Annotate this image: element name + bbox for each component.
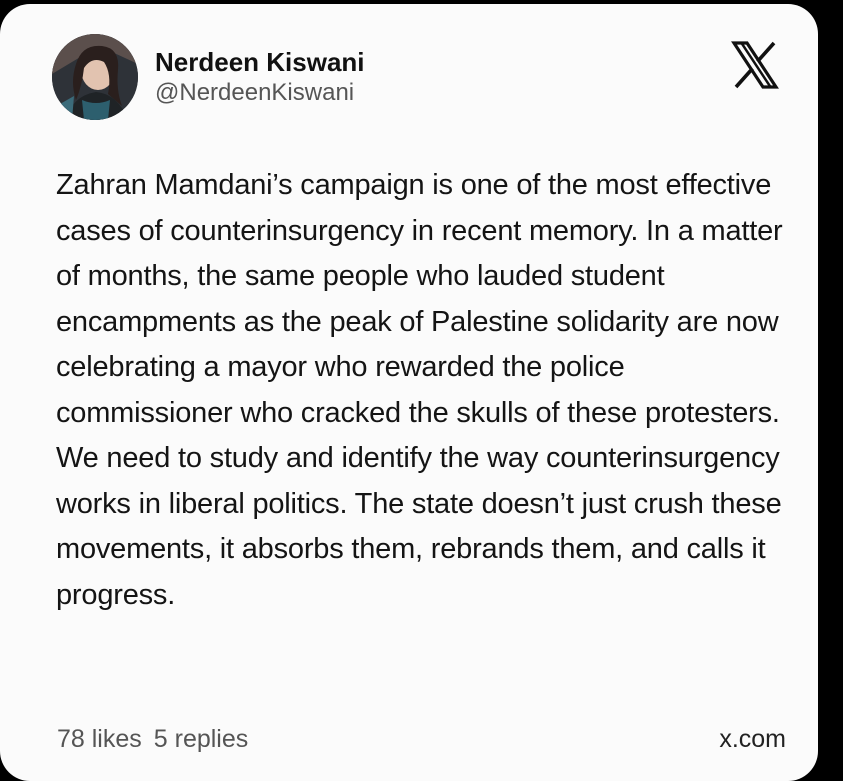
author-display-name[interactable]: Nerdeen Kiswani [155,46,365,78]
post-stats: 78 likes 5 replies [57,722,248,756]
source-link[interactable]: x.com [719,722,786,756]
post-card: Nerdeen Kiswani @NerdeenKiswani Zahran M… [0,4,818,781]
author-handle[interactable]: @NerdeenKiswani [155,78,365,108]
author-info: Nerdeen Kiswani @NerdeenKiswani [155,46,365,108]
avatar-image [52,34,138,120]
post-text: Zahran Mamdani’s campaign is one of the … [56,169,783,611]
likes-count[interactable]: 78 likes [57,725,142,753]
replies-count[interactable]: 5 replies [154,725,249,753]
x-logo-icon[interactable] [730,40,780,90]
author-avatar[interactable] [52,34,138,120]
